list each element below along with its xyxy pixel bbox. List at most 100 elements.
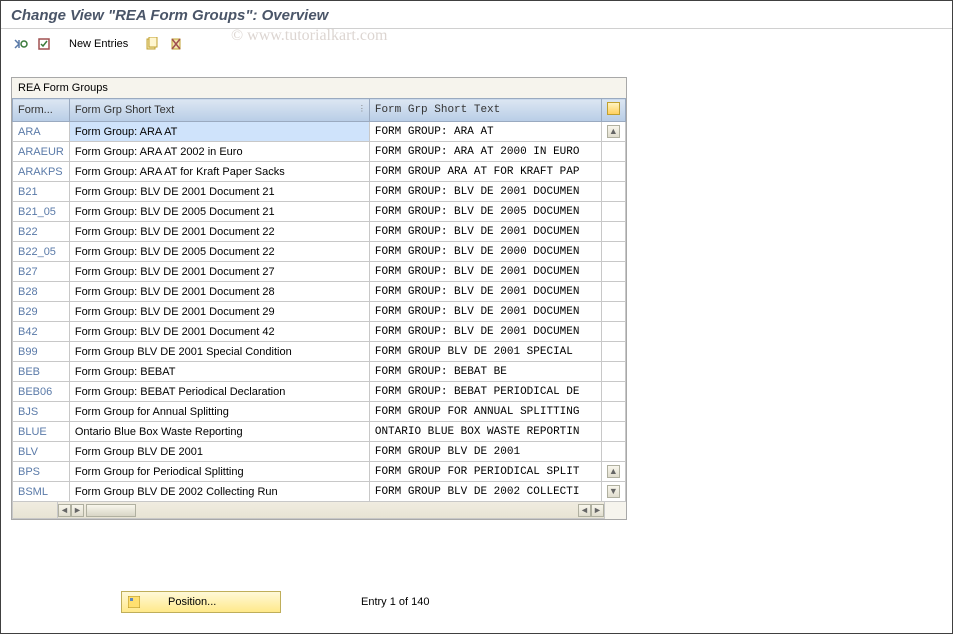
cell-text1[interactable]: Form Group: BLV DE 2001 Document 22 bbox=[69, 222, 369, 242]
cell-code[interactable]: BJS bbox=[13, 402, 70, 422]
cell-text1[interactable]: Form Group: BLV DE 2001 Document 42 bbox=[69, 322, 369, 342]
cell-code[interactable]: BEB bbox=[13, 362, 70, 382]
cell-text2[interactable]: FORM GROUP BLV DE 2002 COLLECTI bbox=[369, 482, 601, 502]
table-row[interactable]: BLVForm Group BLV DE 2001FORM GROUP BLV … bbox=[13, 442, 626, 462]
cell-code[interactable]: B22_05 bbox=[13, 242, 70, 262]
scroll-up-page-button[interactable]: ▲ bbox=[607, 465, 620, 478]
vertical-scrollbar-cell[interactable] bbox=[601, 442, 625, 462]
cell-code[interactable]: BLUE bbox=[13, 422, 70, 442]
cell-text1[interactable]: Ontario Blue Box Waste Reporting bbox=[69, 422, 369, 442]
scroll-thumb[interactable] bbox=[86, 504, 136, 517]
scroll-left-button[interactable]: ◄ bbox=[58, 504, 71, 517]
vertical-scrollbar-cell[interactable] bbox=[601, 262, 625, 282]
cell-text2[interactable]: FORM GROUP: BLV DE 2001 DOCUMEN bbox=[369, 282, 601, 302]
table-row[interactable]: ARAForm Group: ARA ATFORM GROUP: ARA AT ▲ bbox=[13, 122, 626, 142]
cell-text2[interactable]: FORM GROUP BLV DE 2001 bbox=[369, 442, 601, 462]
select-icon[interactable] bbox=[35, 35, 55, 53]
cell-text1[interactable]: Form Group: ARA AT for Kraft Paper Sacks bbox=[69, 162, 369, 182]
cell-code[interactable]: ARAKPS bbox=[13, 162, 70, 182]
vertical-scrollbar-cell[interactable] bbox=[601, 162, 625, 182]
scroll-right-end-button[interactable]: ► bbox=[591, 504, 604, 517]
cell-text2[interactable]: FORM GROUP: BLV DE 2001 DOCUMEN bbox=[369, 302, 601, 322]
vertical-scrollbar-cell[interactable] bbox=[601, 382, 625, 402]
cell-code[interactable]: BSML bbox=[13, 482, 70, 502]
table-row[interactable]: B21_05Form Group: BLV DE 2005 Document 2… bbox=[13, 202, 626, 222]
cell-text1[interactable]: Form Group: BLV DE 2005 Document 22 bbox=[69, 242, 369, 262]
table-row[interactable]: B29Form Group: BLV DE 2001 Document 29FO… bbox=[13, 302, 626, 322]
cell-text1[interactable]: Form Group for Annual Splitting bbox=[69, 402, 369, 422]
table-row[interactable]: B99Form Group BLV DE 2001 Special Condit… bbox=[13, 342, 626, 362]
cell-text1[interactable]: Form Group: ARA AT 2002 in Euro bbox=[69, 142, 369, 162]
vertical-scrollbar-cell[interactable] bbox=[601, 222, 625, 242]
cell-text2[interactable]: FORM GROUP ARA AT FOR KRAFT PAP bbox=[369, 162, 601, 182]
table-settings-icon[interactable] bbox=[607, 102, 620, 115]
cell-text2[interactable]: ONTARIO BLUE BOX WASTE REPORTIN bbox=[369, 422, 601, 442]
cell-text1[interactable]: Form Group: BEBAT Periodical Declaration bbox=[69, 382, 369, 402]
cell-text1[interactable]: Form Group BLV DE 2001 bbox=[69, 442, 369, 462]
delete-icon[interactable] bbox=[166, 35, 186, 53]
cell-text1[interactable]: Form Group for Periodical Splitting bbox=[69, 462, 369, 482]
table-row[interactable]: BLUEOntario Blue Box Waste ReportingONTA… bbox=[13, 422, 626, 442]
table-row[interactable]: ARAKPSForm Group: ARA AT for Kraft Paper… bbox=[13, 162, 626, 182]
vertical-scrollbar-cell[interactable] bbox=[601, 242, 625, 262]
cell-text2[interactable]: FORM GROUP: BEBAT PERIODICAL DE bbox=[369, 382, 601, 402]
cell-code[interactable]: BPS bbox=[13, 462, 70, 482]
column-header-code[interactable]: Form... bbox=[13, 99, 70, 122]
cell-text1[interactable]: Form Group: ARA AT bbox=[69, 122, 369, 142]
vertical-scrollbar-cell[interactable] bbox=[601, 182, 625, 202]
cell-code[interactable]: B28 bbox=[13, 282, 70, 302]
table-row[interactable]: BPSForm Group for Periodical SplittingFO… bbox=[13, 462, 626, 482]
table-row[interactable]: BEBForm Group: BEBATFORM GROUP: BEBAT BE bbox=[13, 362, 626, 382]
cell-code[interactable]: ARA bbox=[13, 122, 70, 142]
column-header-text2[interactable]: Form Grp Short Text bbox=[369, 99, 601, 122]
cell-code[interactable]: B99 bbox=[13, 342, 70, 362]
cell-text2[interactable]: FORM GROUP: ARA AT 2000 IN EURO bbox=[369, 142, 601, 162]
cell-text1[interactable]: Form Group: BEBAT bbox=[69, 362, 369, 382]
vertical-scrollbar-cell[interactable] bbox=[601, 422, 625, 442]
cell-text1[interactable]: Form Group: BLV DE 2001 Document 28 bbox=[69, 282, 369, 302]
table-row[interactable]: B42Form Group: BLV DE 2001 Document 42FO… bbox=[13, 322, 626, 342]
table-row[interactable]: B27Form Group: BLV DE 2001 Document 27FO… bbox=[13, 262, 626, 282]
vertical-scrollbar-cell[interactable] bbox=[601, 342, 625, 362]
cell-code[interactable]: B29 bbox=[13, 302, 70, 322]
cell-code[interactable]: B42 bbox=[13, 322, 70, 342]
cell-text1[interactable]: Form Group BLV DE 2002 Collecting Run bbox=[69, 482, 369, 502]
table-row[interactable]: B22Form Group: BLV DE 2001 Document 22FO… bbox=[13, 222, 626, 242]
column-config[interactable] bbox=[601, 99, 625, 122]
vertical-scrollbar-cell[interactable] bbox=[601, 362, 625, 382]
cell-text2[interactable]: FORM GROUP: BLV DE 2001 DOCUMEN bbox=[369, 182, 601, 202]
vertical-scrollbar-cell[interactable] bbox=[601, 142, 625, 162]
cell-text1[interactable]: Form Group: BLV DE 2001 Document 27 bbox=[69, 262, 369, 282]
cell-code[interactable]: BLV bbox=[13, 442, 70, 462]
cell-text2[interactable]: FORM GROUP: BLV DE 2000 DOCUMEN bbox=[369, 242, 601, 262]
vertical-scrollbar-cell[interactable] bbox=[601, 402, 625, 422]
copy-icon[interactable] bbox=[142, 35, 162, 53]
cell-text1[interactable]: Form Group: BLV DE 2001 Document 29 bbox=[69, 302, 369, 322]
cell-code[interactable]: B22 bbox=[13, 222, 70, 242]
cell-text2[interactable]: FORM GROUP: BLV DE 2001 DOCUMEN bbox=[369, 322, 601, 342]
vertical-scrollbar-cell[interactable] bbox=[601, 302, 625, 322]
cell-text1[interactable]: Form Group BLV DE 2001 Special Condition bbox=[69, 342, 369, 362]
vertical-scrollbar-cell[interactable]: ▲ bbox=[601, 122, 625, 142]
cell-code[interactable]: B27 bbox=[13, 262, 70, 282]
table-row[interactable]: B21Form Group: BLV DE 2001 Document 21FO… bbox=[13, 182, 626, 202]
position-button[interactable]: Position... bbox=[121, 591, 281, 613]
table-row[interactable]: B28Form Group: BLV DE 2001 Document 28FO… bbox=[13, 282, 626, 302]
cell-code[interactable]: BEB06 bbox=[13, 382, 70, 402]
cell-text2[interactable]: FORM GROUP BLV DE 2001 SPECIAL bbox=[369, 342, 601, 362]
cell-code[interactable]: B21 bbox=[13, 182, 70, 202]
column-header-text1[interactable]: Form Grp Short Text⋮ bbox=[69, 99, 369, 122]
cell-code[interactable]: B21_05 bbox=[13, 202, 70, 222]
table-row[interactable]: BEB06Form Group: BEBAT Periodical Declar… bbox=[13, 382, 626, 402]
vertical-scrollbar-cell[interactable] bbox=[601, 282, 625, 302]
vertical-scrollbar-cell[interactable]: ▲ bbox=[601, 462, 625, 482]
vertical-scrollbar-cell[interactable] bbox=[601, 322, 625, 342]
scroll-up-button[interactable]: ▲ bbox=[607, 125, 620, 138]
cell-text2[interactable]: FORM GROUP: ARA AT bbox=[369, 122, 601, 142]
scroll-left-end-button[interactable]: ◄ bbox=[578, 504, 591, 517]
horizontal-scrollbar[interactable]: ◄ ► ◄ ► bbox=[12, 502, 605, 519]
vertical-scrollbar-cell[interactable] bbox=[601, 202, 625, 222]
vertical-scrollbar-cell[interactable]: ▼ bbox=[601, 482, 625, 502]
cell-text2[interactable]: FORM GROUP: BLV DE 2001 DOCUMEN bbox=[369, 262, 601, 282]
table-row[interactable]: B22_05Form Group: BLV DE 2005 Document 2… bbox=[13, 242, 626, 262]
